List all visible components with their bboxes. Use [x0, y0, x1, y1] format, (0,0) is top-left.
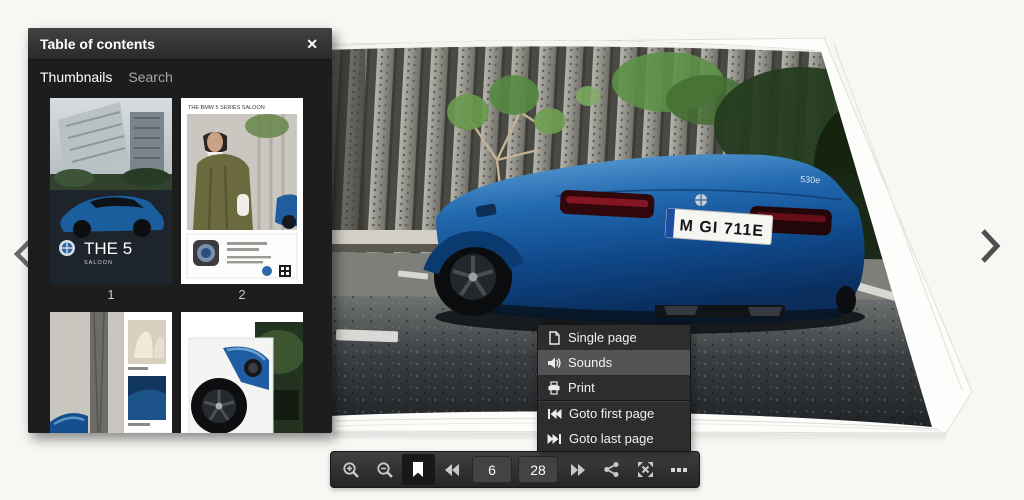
thumbnail-page-number: 2 — [238, 287, 246, 302]
menu-item-goto-first-page[interactable]: Goto first page — [538, 400, 690, 426]
chevron-right-icon — [981, 229, 1001, 263]
thumbnail-image-4 — [181, 312, 303, 433]
table-of-contents-panel: Table of contents ✕ Thumbnails Search TH… — [28, 28, 332, 433]
viewer-toolbar: 6 28 — [330, 451, 700, 488]
fullscreen-button[interactable] — [629, 454, 663, 485]
thumbnail-page-4[interactable] — [181, 312, 303, 433]
thumbnail-page-2[interactable]: THE BMW 5 SERIES SALOON 2 — [181, 98, 303, 304]
more-options-button[interactable] — [662, 454, 696, 485]
share-icon — [604, 462, 619, 477]
total-pages-display: 28 — [518, 456, 558, 483]
next-spread-arrow[interactable] — [977, 226, 1003, 269]
next-page-button[interactable] — [561, 454, 595, 485]
toc-title: Table of contents — [40, 35, 155, 52]
goto-last-icon — [547, 433, 561, 444]
tab-search[interactable]: Search — [128, 69, 172, 85]
thumbnail-grid: THE 5 SALOON 1 THE BMW 5 SERIES SALOON 2 — [28, 90, 332, 433]
zoom-in-icon — [343, 461, 359, 478]
flipbook-viewer: M GI 711E 530e Table of contents ✕ Thumb… — [0, 0, 1024, 500]
thumbnail-page-3[interactable] — [50, 312, 172, 433]
menu-item-label: Goto last page — [569, 431, 654, 446]
sound-icon — [548, 357, 561, 368]
next-page-icon — [570, 463, 585, 476]
thumbnail-image-1: THE 5 SALOON — [50, 98, 172, 284]
menu-item-label: Sounds — [568, 355, 613, 370]
model-badge-text: 530e — [800, 174, 821, 185]
previous-page-button[interactable] — [435, 454, 469, 485]
thumbnail-page-number: 1 — [107, 287, 115, 302]
share-button[interactable] — [595, 454, 629, 485]
single-page-icon — [549, 330, 560, 345]
thumb1-subtitle: SALOON — [84, 260, 113, 266]
toc-header: Table of contents ✕ — [28, 28, 332, 60]
menu-item-label: Print — [568, 380, 595, 395]
menu-item-print[interactable]: Print — [538, 375, 690, 400]
toc-tabs: Thumbnails Search — [28, 60, 332, 90]
thumb1-title: THE 5 — [84, 239, 132, 258]
bookmark-button[interactable] — [401, 454, 436, 485]
menu-item-label: Goto first page — [569, 406, 655, 421]
thumbnail-image-2: THE BMW 5 SERIES SALOON — [181, 98, 303, 284]
fullscreen-icon — [637, 462, 653, 477]
zoom-in-button[interactable] — [334, 454, 368, 485]
thumbnail-image-3 — [50, 312, 172, 433]
current-page-input[interactable]: 6 — [472, 456, 512, 483]
menu-item-single-page[interactable]: Single page — [538, 325, 690, 350]
print-icon — [548, 380, 560, 395]
more-options-icon — [671, 467, 688, 472]
menu-item-goto-last-page[interactable]: Goto last page — [538, 426, 690, 451]
zoom-out-button[interactable] — [368, 454, 402, 485]
menu-item-label: Single page — [568, 330, 637, 345]
goto-first-icon — [548, 408, 562, 419]
close-icon[interactable]: ✕ — [304, 35, 320, 53]
previous-page-icon — [445, 463, 460, 476]
thumb2-header: THE BMW 5 SERIES SALOON — [188, 105, 265, 111]
bookmark-icon — [413, 462, 424, 477]
tab-thumbnails[interactable]: Thumbnails — [40, 69, 112, 85]
menu-item-sounds[interactable]: Sounds — [538, 350, 690, 375]
zoom-out-icon — [377, 461, 393, 478]
options-context-menu: Single page Sounds Print Goto first page… — [537, 324, 691, 452]
thumbnail-page-1[interactable]: THE 5 SALOON 1 — [50, 98, 172, 304]
